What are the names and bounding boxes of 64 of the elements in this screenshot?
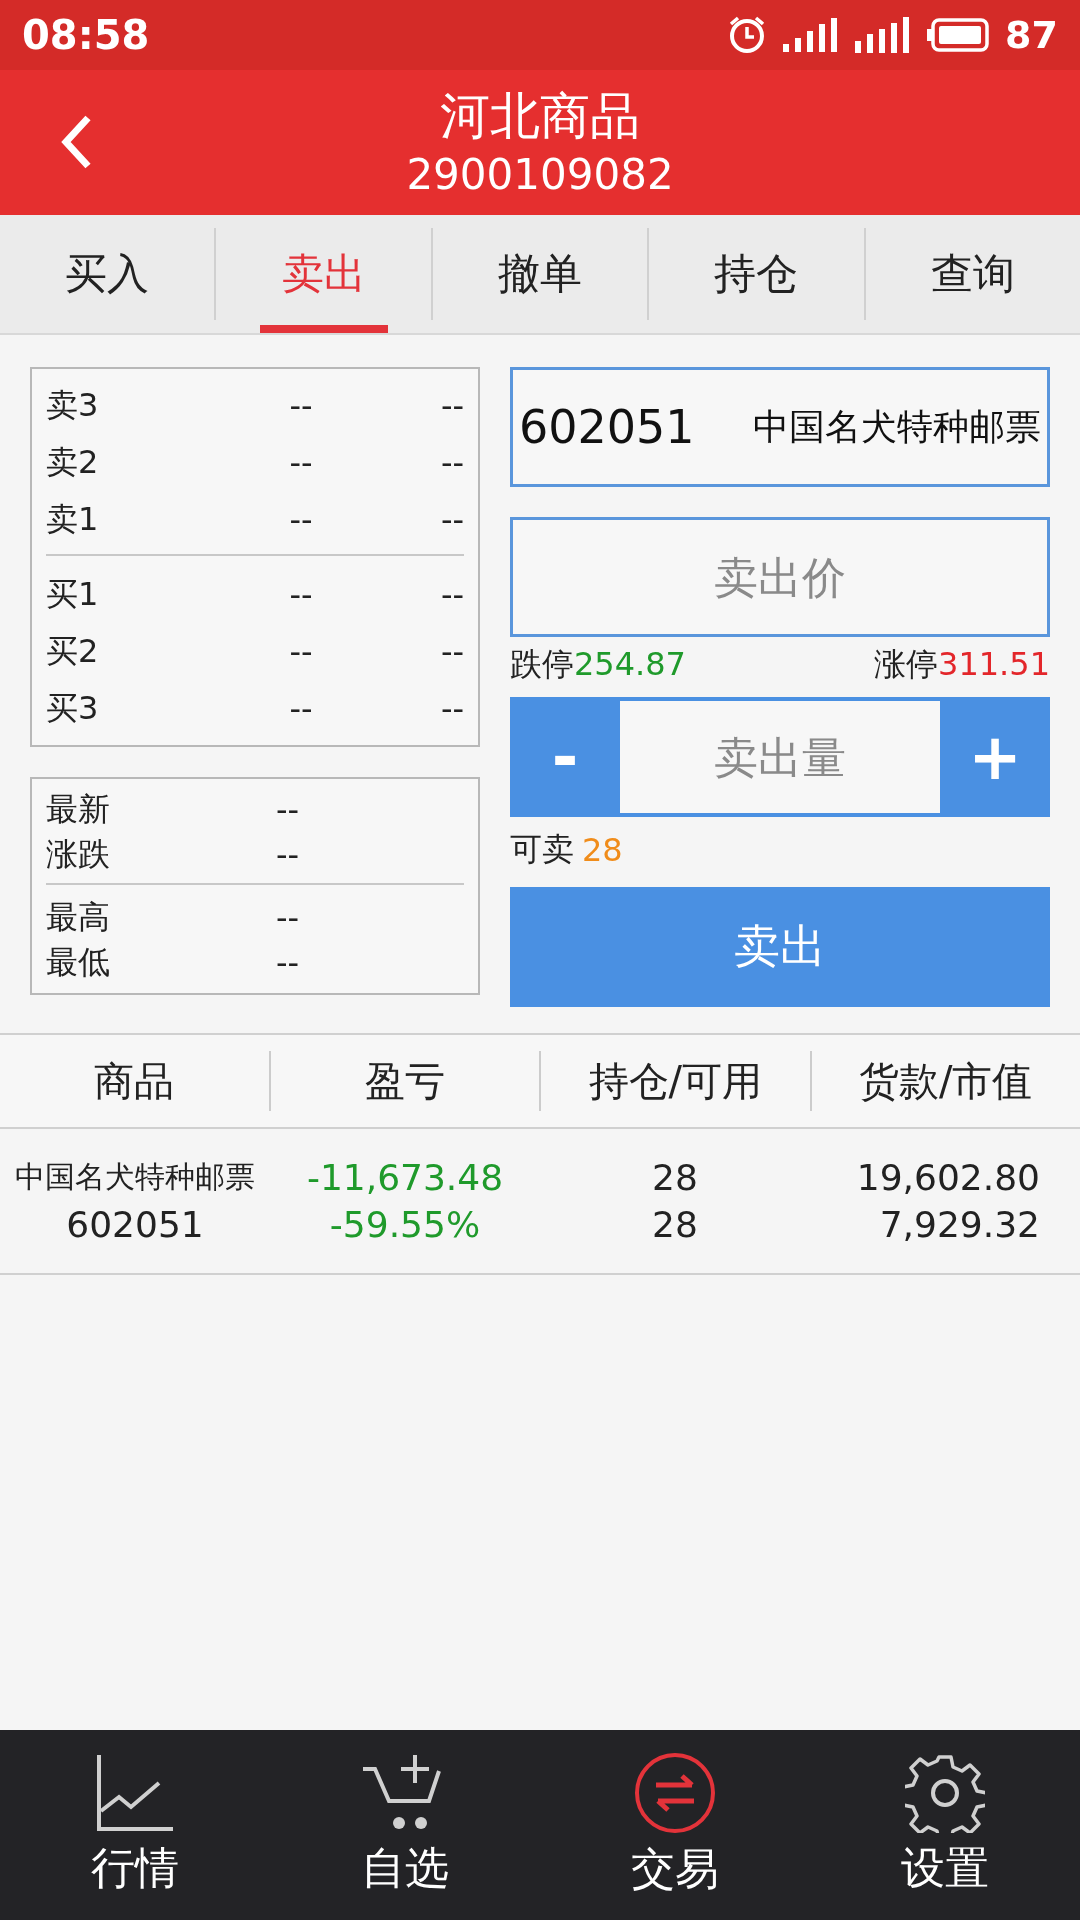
- nav-item[interactable]: 设置: [810, 1730, 1080, 1920]
- tab[interactable]: 撤单: [432, 215, 648, 333]
- level-volume: --: [439, 575, 464, 614]
- level-price: --: [288, 500, 314, 539]
- level-volume: --: [439, 632, 464, 671]
- limit-down-text: 跌停254.87: [510, 644, 686, 685]
- level-volume: --: [439, 689, 464, 728]
- price-field[interactable]: 卖出价: [510, 517, 1050, 637]
- nav-item[interactable]: 行情: [0, 1730, 270, 1920]
- column-header: 货款/市值: [858, 1056, 1034, 1106]
- table-cell: 602051: [66, 1204, 204, 1245]
- account-number: 2900109082: [406, 148, 674, 201]
- level-price: --: [288, 689, 314, 728]
- tab[interactable]: 查询: [865, 215, 1080, 333]
- level-label: 买3: [46, 687, 100, 729]
- clock-time: 08:58: [22, 12, 150, 58]
- table-cell: -11,673.48: [306, 1157, 504, 1198]
- table-cell: 28: [652, 1204, 698, 1245]
- table-cell: 7,929.32: [879, 1204, 1040, 1245]
- stat-label: 涨跌: [46, 833, 111, 875]
- signal-icon: [783, 18, 840, 52]
- settings-icon: [905, 1752, 985, 1833]
- column-header: 盈亏: [363, 1056, 446, 1106]
- position-row[interactable]: 中国名犬特种邮票 602051 -11,673.48 -59.55% 28 28 19,602.80 7,929.32: [0, 1129, 1080, 1275]
- tab[interactable]: 卖出: [216, 215, 431, 333]
- level-price: --: [288, 386, 314, 425]
- table-cell: 28: [652, 1157, 698, 1198]
- level-volume: --: [439, 386, 464, 425]
- exchange-icon: [634, 1751, 716, 1834]
- level-label: 卖1: [46, 498, 100, 540]
- level-price: --: [288, 575, 314, 614]
- column-header: 持仓/可用: [587, 1056, 763, 1106]
- nav-item[interactable]: 交易: [540, 1730, 810, 1920]
- quantity-field[interactable]: 卖出量: [620, 701, 940, 813]
- limit-up-text: 涨停311.51: [874, 644, 1050, 685]
- available-text: 可卖 28: [510, 829, 624, 871]
- table-cell: 19,602.80: [856, 1157, 1040, 1198]
- page-title: 河北商品: [440, 85, 640, 147]
- stat-label: 最高: [46, 896, 111, 938]
- battery-level: 87: [1005, 13, 1058, 57]
- level-volume: --: [439, 500, 464, 539]
- table-cell-text: 中国名犬特种邮票: [15, 1158, 255, 1196]
- level-price: --: [288, 443, 314, 482]
- stat-label: 最低: [46, 941, 111, 983]
- level-volume: --: [439, 443, 464, 482]
- tab[interactable]: 买入: [0, 215, 215, 333]
- level-price: --: [288, 632, 314, 671]
- tab[interactable]: 持仓: [649, 215, 864, 333]
- column-header: 商品: [93, 1056, 176, 1106]
- stat-value: --: [276, 790, 300, 829]
- table-cell: -59.55%: [329, 1204, 481, 1245]
- stat-label: 最新: [46, 788, 111, 830]
- level-label: 卖2: [46, 441, 100, 483]
- level-label: 卖3: [46, 384, 100, 426]
- nav-item[interactable]: 自选: [270, 1730, 540, 1920]
- stat-value: --: [276, 835, 300, 874]
- security-field[interactable]: 602051 中国名犬特种邮票: [510, 367, 1050, 487]
- battery-icon: [927, 18, 990, 52]
- level-label: 买2: [46, 630, 100, 672]
- stat-value: --: [276, 943, 300, 982]
- level-label: 买1: [46, 573, 100, 615]
- signal-icon: [855, 17, 912, 53]
- stat-value: --: [276, 898, 300, 937]
- line-chart-icon: [95, 1752, 175, 1833]
